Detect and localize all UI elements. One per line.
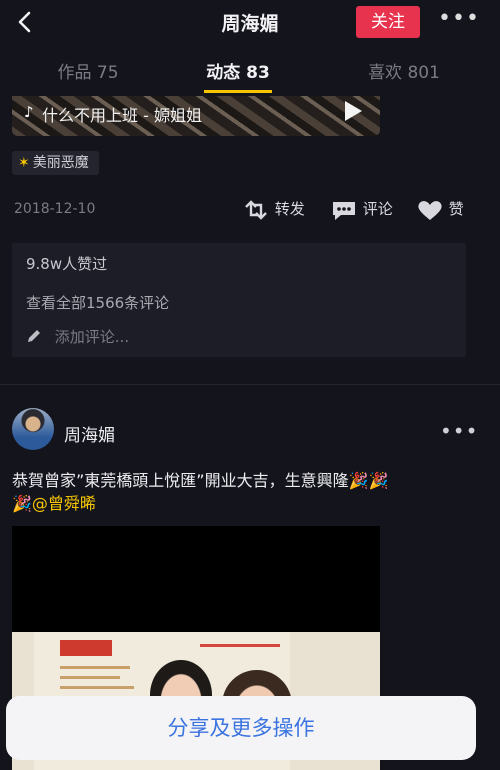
follow-button[interactable]: 关注: [356, 6, 420, 38]
likes-count: 9.8w人赞过: [26, 255, 108, 273]
comment-label: 评论: [362, 200, 393, 218]
poster-line: [200, 644, 280, 647]
play-icon[interactable]: [343, 100, 363, 122]
post-caption: 恭賀曾家”東莞橋頭上悅匯”開业大吉，生意興隆🎉🎉: [12, 467, 388, 491]
poster-line: [60, 666, 130, 669]
add-comment-input[interactable]: 添加评论...: [26, 326, 129, 347]
more-icon[interactable]: •••: [438, 8, 479, 33]
pencil-icon: [26, 328, 55, 346]
like-label: 赞: [448, 200, 464, 218]
star-icon: ✶: [18, 155, 30, 171]
party-popper-icon: 🎉🎉: [348, 471, 389, 490]
post-author[interactable]: 周海媚: [64, 421, 115, 446]
caption-text: 恭賀曾家”東莞橋頭上悅匯”開业大吉，生意興隆: [12, 471, 349, 490]
view-all-comments-link[interactable]: 查看全部1566条评论: [26, 292, 169, 313]
add-comment-placeholder: 添加评论...: [54, 328, 130, 346]
comment-icon: [330, 200, 363, 220]
post-caption-mention-line: 🎉@曾舜晞: [12, 490, 96, 514]
repost-icon: [242, 199, 275, 220]
active-tab-indicator: [204, 90, 272, 93]
page-title: 周海媚: [221, 13, 279, 35]
music-label: 什么不用上班 - 嫄姐姐: [42, 106, 202, 125]
avatar[interactable]: [12, 408, 54, 450]
share-more-actions-button[interactable]: 分享及更多操作: [6, 696, 476, 760]
more-icon[interactable]: •••: [440, 419, 478, 443]
poster-banner: [60, 640, 112, 656]
tab-likes[interactable]: 喜欢 801: [344, 58, 464, 88]
poster-line: [60, 686, 134, 689]
tab-activity[interactable]: 动态 83: [178, 58, 298, 88]
repost-button[interactable]: 转发: [242, 198, 305, 220]
post-divider: [0, 384, 500, 385]
like-button[interactable]: 赞: [416, 198, 464, 220]
post-date: 2018-12-10: [14, 201, 96, 217]
music-note-icon: ♪: [24, 103, 34, 121]
poster-line: [60, 676, 120, 679]
heart-icon: [416, 200, 449, 220]
comment-button[interactable]: 评论: [330, 198, 393, 220]
tab-works[interactable]: 作品 75: [28, 58, 148, 88]
mention-link[interactable]: @曾舜晞: [32, 494, 96, 513]
tag-label: 美丽恶魔: [32, 155, 89, 171]
party-popper-icon: 🎉: [12, 494, 32, 513]
tag-chip[interactable]: ✶ 美丽恶魔: [12, 151, 99, 175]
repost-label: 转发: [274, 200, 305, 218]
